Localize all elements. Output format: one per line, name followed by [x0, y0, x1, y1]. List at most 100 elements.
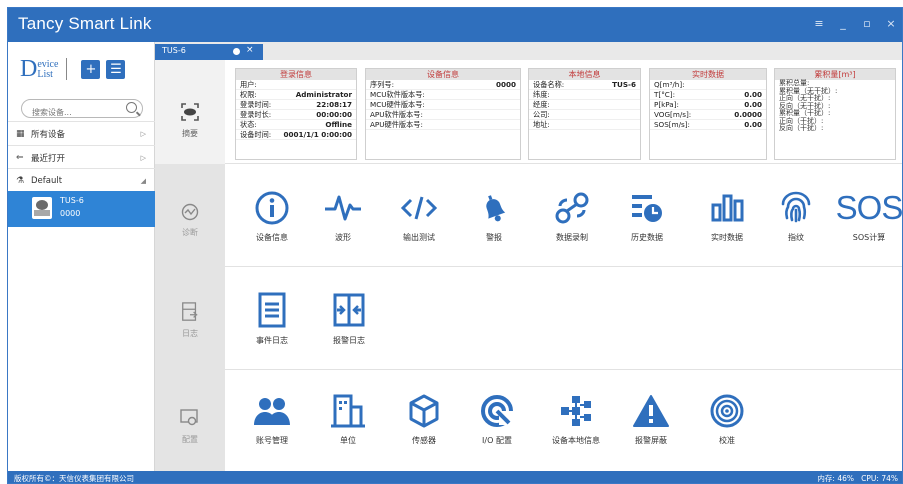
- minimize-button[interactable]: _: [836, 17, 850, 30]
- row-value: Offline: [325, 120, 352, 129]
- row-key: 登录时间:: [240, 100, 272, 109]
- rail-label: 摘要: [182, 129, 198, 138]
- sos-calc-button[interactable]: SOS SOS计算: [824, 189, 903, 243]
- search-input[interactable]: [32, 108, 127, 117]
- row-value: 0.00: [744, 90, 762, 99]
- users-icon: [254, 398, 290, 425]
- device-info-panel: 设备信息 序列号: 0000 MCU软件版本号: MCU硬件版本号: APU软件版…: [365, 68, 521, 160]
- nav-all-devices[interactable]: ▦ 所有设备 ▷: [8, 121, 155, 145]
- code-icon: [400, 196, 438, 220]
- info-row: VOG[m/s]: 0.0000: [650, 110, 766, 120]
- rail-label: 日志: [182, 329, 198, 338]
- nav-default-group[interactable]: ⚗ Default ◢: [8, 168, 155, 192]
- row-key: 序列号:: [370, 80, 394, 89]
- login-info-panel: 登录信息 用户: 权限: Administrator 登录时间: 22:08:17 …: [235, 68, 357, 160]
- io-config-button[interactable]: I/O 配置: [452, 393, 542, 446]
- row-key: SOS[m/s]:: [654, 120, 690, 129]
- info-row: T[°C]: 0.00: [650, 90, 766, 100]
- menu-icon[interactable]: ≡: [812, 17, 826, 30]
- divider: [66, 58, 68, 80]
- rail-diagnosis[interactable]: 诊断: [155, 164, 225, 267]
- info-row: 状态: Offline: [236, 120, 356, 130]
- list-menu-button[interactable]: ☰: [106, 59, 126, 79]
- row-value: 00:00:00: [316, 110, 352, 119]
- row-value: 0000: [495, 80, 516, 89]
- info-row: 用户:: [236, 80, 356, 90]
- row-key: Q[m³/h]:: [654, 80, 685, 89]
- chevron-right-icon: ▷: [140, 153, 146, 162]
- rail-config[interactable]: 配置: [155, 370, 225, 471]
- row-value: 0.00: [744, 100, 762, 109]
- alarm-log-icon: [333, 293, 365, 327]
- close-button[interactable]: ×: [884, 17, 898, 30]
- info-row: P[kPa]: 0.00: [650, 100, 766, 110]
- search-icon[interactable]: [126, 102, 137, 113]
- info-row: 公司:: [529, 110, 640, 120]
- close-tab-icon[interactable]: ×: [246, 45, 254, 55]
- app-window: Tancy Smart Link ≡ _ ▫ × Device List + ☰ …: [7, 7, 903, 484]
- info-row: 登录时长: 00:00:00: [236, 110, 356, 120]
- panel-title: 本地信息: [529, 69, 640, 80]
- device-item[interactable]: TUS-6 0000: [8, 191, 155, 227]
- restore-button[interactable]: ▫: [860, 17, 874, 30]
- panel-title: 实时数据: [650, 69, 766, 80]
- alarm-button[interactable]: 警报: [449, 190, 539, 243]
- bell-icon: [486, 195, 506, 222]
- settings-monitor-icon: [180, 409, 198, 426]
- rail-summary[interactable]: 摘要: [155, 60, 225, 164]
- status-dot-icon: [233, 48, 240, 55]
- history-icon: [632, 195, 662, 222]
- calibration-button[interactable]: 校准: [682, 393, 772, 446]
- network-icon: [561, 396, 591, 426]
- row-value: TUS-6: [612, 80, 636, 89]
- link-icon: [555, 192, 589, 224]
- cumulative-row: 反向（干扰）:: [779, 124, 824, 132]
- cpu-usage: CPU: 74%: [861, 474, 898, 483]
- nav-label: 所有设备: [31, 129, 66, 140]
- info-row: 设备名称: TUS-6: [529, 80, 640, 90]
- row-key: 设备时间:: [240, 130, 272, 139]
- building-icon: [331, 394, 365, 428]
- device-search: [21, 99, 143, 118]
- device-sidebar: DeviceList + ☰ ▦ 所有设备 ▷ ⇐ 最近打开 ▷ ⚗ Defau…: [8, 42, 155, 471]
- row-key: APU软件版本号:: [370, 110, 423, 119]
- copyright-text: 版权所有©：天信仪表集团有限公司: [14, 474, 134, 483]
- chevron-right-icon: ▷: [140, 129, 146, 138]
- section-rail: 摘要 诊断 日志 配置: [155, 60, 225, 471]
- pulse-icon: [181, 203, 199, 221]
- rail-logs[interactable]: 日志: [155, 267, 225, 370]
- function-label: 报警日志: [333, 336, 365, 345]
- history-data-button[interactable]: 历史数据: [602, 190, 692, 243]
- cumulative-panel: 累积量[m³] 累积总量: 累积量（无干扰）: 正向（无干扰）: 反向（无干扰）…: [774, 68, 896, 160]
- add-device-button[interactable]: +: [81, 59, 101, 79]
- title-bar: Tancy Smart Link ≡ _ ▫ ×: [8, 8, 902, 42]
- status-bar: 版权所有©：天信仪表集团有限公司 内存: 46% CPU: 74%: [8, 471, 902, 483]
- info-row: 经度:: [529, 100, 640, 110]
- tab-tus6[interactable]: TUS-6 ×: [155, 44, 263, 60]
- row-key: 纬度:: [533, 90, 550, 99]
- row-key: 用户:: [240, 80, 257, 89]
- function-label: I/O 配置: [482, 436, 512, 445]
- function-label: 警报: [486, 233, 502, 242]
- flowmeter-icon: [32, 197, 52, 219]
- info-row: APU硬件版本号:: [366, 120, 520, 130]
- panel-title: 设备信息: [366, 69, 520, 80]
- sos-icon: SOS: [835, 189, 903, 226]
- nav-recent[interactable]: ⇐ 最近打开 ▷: [8, 145, 155, 169]
- alarm-log-button[interactable]: 报警日志: [304, 291, 394, 346]
- fingerprint-icon: [781, 191, 811, 223]
- device-list-logo: Device List: [20, 57, 58, 81]
- logo-letter: D: [20, 56, 38, 82]
- function-label: 校准: [719, 436, 735, 445]
- tab-bar: TUS-6 ×: [155, 42, 902, 60]
- realtime-data-panel: 实时数据 Q[m³/h]: T[°C]: 0.00 P[kPa]: 0.00 VOG…: [649, 68, 767, 160]
- device-serial: 0000: [60, 209, 81, 218]
- row-key: 权限:: [240, 90, 257, 99]
- bar-chart-icon: [711, 194, 744, 222]
- cube-icon: [409, 394, 439, 428]
- waveform-icon: [325, 195, 361, 221]
- info-row: 序列号: 0000: [366, 80, 520, 90]
- row-value: Administrator: [295, 90, 352, 99]
- diagnosis-row: 设备信息 波形 输出测试 警报 数据录制 历史数据 实时数据 指纹 SOS SO…: [225, 164, 903, 267]
- recent-icon: ⇐: [16, 152, 24, 163]
